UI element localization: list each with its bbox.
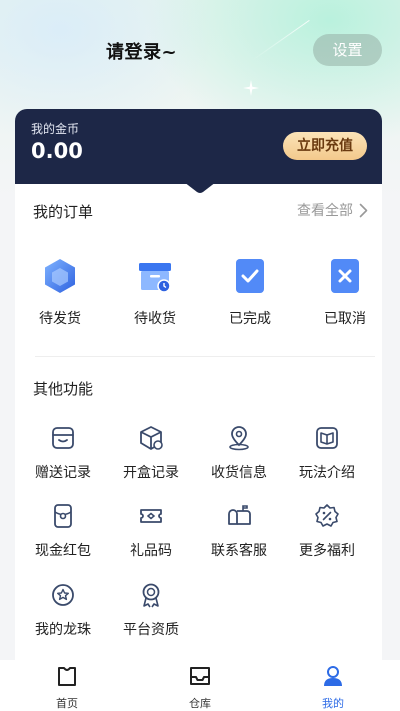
function-label: 礼品码 (130, 543, 172, 559)
wallet-card: 我的金币 0.00 立即充值 (15, 109, 382, 184)
tab-label: 仓库 (189, 697, 211, 710)
function-label: 玩法介绍 (299, 465, 355, 481)
settings-button[interactable]: 设置 (313, 34, 382, 66)
wallet-label: 我的金币 (31, 122, 80, 136)
function-label: 平台资质 (123, 622, 179, 638)
function-label: 收货信息 (211, 465, 267, 481)
gift-code-item[interactable]: 礼品码 (109, 503, 193, 560)
star-coin-icon (52, 584, 74, 606)
order-label: 待发货 (39, 311, 81, 327)
red-packet-icon (54, 504, 72, 528)
content-panel: 我的订单 查看全部 待发货 待收货 已完成 已取消 其他功能 赠送记录 开盒记录… (15, 184, 382, 660)
order-completed[interactable]: 已完成 (205, 256, 295, 328)
cancel-document-icon (331, 259, 359, 293)
recharge-button[interactable]: 立即充值 (283, 132, 367, 160)
order-cancelled[interactable]: 已取消 (300, 256, 390, 328)
functions-title: 其他功能 (33, 380, 94, 398)
wallet-balance: 0.00 (31, 139, 83, 163)
bag-icon (58, 667, 76, 686)
badge-icon (142, 583, 160, 608)
function-label: 联系客服 (211, 543, 267, 559)
tab-label: 我的 (322, 697, 344, 710)
tab-mine[interactable]: 我的 (293, 664, 373, 711)
customer-service-item[interactable]: 联系客服 (197, 503, 281, 560)
mailbox-icon (228, 505, 251, 525)
card-notch (184, 182, 216, 193)
cash-red-packet-item[interactable]: 现金红包 (21, 503, 105, 560)
function-label: 现金红包 (35, 543, 91, 559)
function-label: 开盒记录 (123, 465, 179, 481)
tab-label: 首页 (56, 697, 78, 710)
gift-record-icon (52, 427, 74, 449)
gameplay-intro-item[interactable]: 玩法介绍 (285, 425, 369, 482)
login-prompt[interactable]: 请登录~ (106, 38, 177, 64)
user-icon (324, 666, 342, 686)
section-divider (35, 356, 375, 357)
box-open-record-item[interactable]: 开盒记录 (109, 425, 193, 482)
cube-icon (45, 259, 75, 293)
box-open-icon (140, 426, 163, 450)
order-pending-receipt[interactable]: 待收货 (110, 256, 200, 328)
view-all-label: 查看全部 (297, 203, 353, 219)
gift-record-item[interactable]: 赠送记录 (21, 425, 105, 482)
discount-icon (315, 504, 339, 527)
bottom-tab-bar: 首页 仓库 我的 (0, 660, 400, 711)
dragon-pearl-item[interactable]: 我的龙珠 (21, 582, 105, 639)
function-label: 更多福利 (299, 543, 355, 559)
order-label: 待收货 (134, 311, 176, 327)
sparkle-icon (243, 80, 259, 96)
function-label: 赠送记录 (35, 465, 91, 481)
view-all-orders-link[interactable]: 查看全部 (297, 200, 368, 220)
more-benefits-item[interactable]: 更多福利 (285, 503, 369, 560)
orders-title: 我的订单 (33, 203, 94, 221)
order-label: 已取消 (324, 311, 366, 327)
decorative-streak (251, 19, 310, 61)
order-label: 已完成 (229, 311, 271, 327)
delivery-box-icon (139, 263, 171, 293)
location-icon (229, 426, 249, 451)
ticket-icon (140, 509, 162, 523)
order-pending-shipment[interactable]: 待发货 (15, 256, 105, 328)
function-label: 我的龙珠 (35, 622, 91, 638)
check-document-icon (236, 259, 264, 293)
shipping-info-item[interactable]: 收货信息 (197, 425, 281, 482)
platform-qualification-item[interactable]: 平台资质 (109, 582, 193, 639)
inbox-icon (190, 667, 210, 685)
book-icon (316, 427, 338, 449)
tab-home[interactable]: 首页 (27, 664, 107, 711)
chevron-right-icon (359, 203, 368, 217)
tab-warehouse[interactable]: 仓库 (160, 664, 240, 711)
